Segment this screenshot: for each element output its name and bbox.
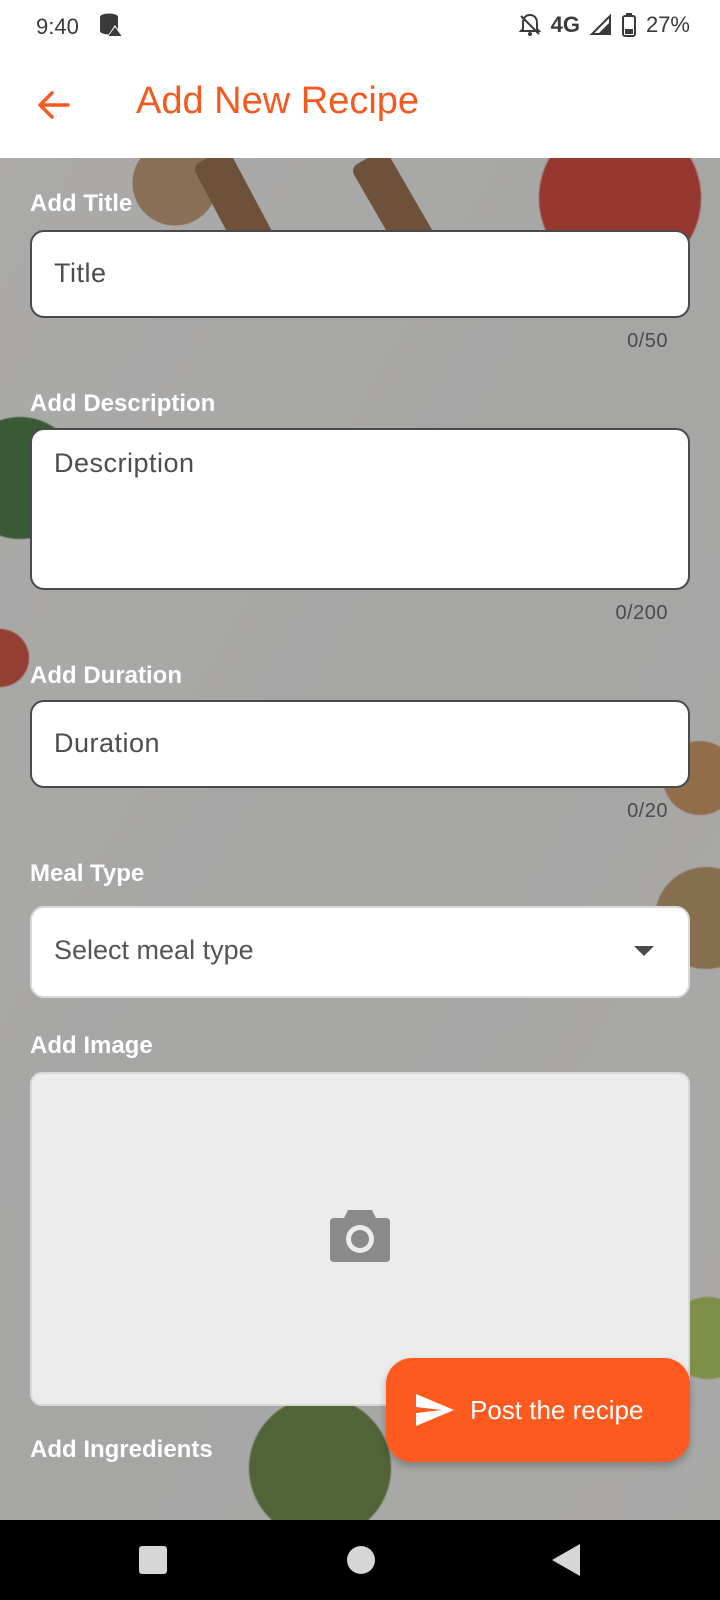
duration-input[interactable]: Duration [30, 700, 690, 788]
network-type: 4G [550, 12, 580, 37]
description-input[interactable]: Description [30, 428, 690, 590]
title-placeholder: Title [54, 258, 107, 288]
image-label: Add Image [30, 1032, 153, 1059]
description-placeholder: Description [54, 448, 195, 478]
signal-icon [589, 14, 611, 35]
meal-type-label: Meal Type [30, 860, 145, 887]
title-input[interactable]: Title [30, 230, 690, 318]
app-bar: Add New Recipe [0, 56, 720, 158]
meal-type-value: Select meal type [54, 935, 254, 965]
post-recipe-label: Post the recipe [470, 1394, 644, 1425]
meal-type-select[interactable]: Select meal type [30, 906, 690, 998]
page-title: Add New Recipe [136, 80, 420, 122]
status-bar: 9:40 4G 27% [0, 0, 720, 56]
dropdown-arrow-icon [634, 946, 654, 956]
battery-percent: 27% [645, 12, 690, 37]
post-recipe-button[interactable]: Post the recipe [386, 1358, 690, 1462]
description-label: Add Description [30, 390, 216, 417]
system-nav-bar [0, 1520, 720, 1600]
image-picker[interactable] [30, 1072, 690, 1406]
duration-counter: 0/20 [627, 800, 668, 822]
nav-back-button[interactable] [552, 1544, 580, 1576]
recents-button[interactable] [139, 1546, 167, 1574]
form-content: Add Title Title 0/50 Add Description Des… [0, 158, 720, 1520]
duration-label: Add Duration [30, 662, 182, 689]
arrow-back-icon [38, 91, 70, 119]
home-button[interactable] [347, 1546, 375, 1574]
notifications-off-icon [518, 13, 541, 36]
status-time: 9:40 [36, 14, 79, 39]
back-button[interactable] [30, 82, 76, 128]
status-icons: 4G 27% [518, 12, 690, 38]
description-counter: 0/200 [615, 602, 668, 624]
database-warning-icon [100, 13, 123, 37]
ingredients-label: Add Ingredients [30, 1436, 213, 1463]
battery-icon [621, 13, 636, 37]
camera-icon [330, 1210, 390, 1262]
title-counter: 0/50 [627, 330, 668, 352]
duration-placeholder: Duration [54, 728, 161, 758]
send-icon [416, 1394, 454, 1426]
title-label: Add Title [30, 190, 133, 217]
